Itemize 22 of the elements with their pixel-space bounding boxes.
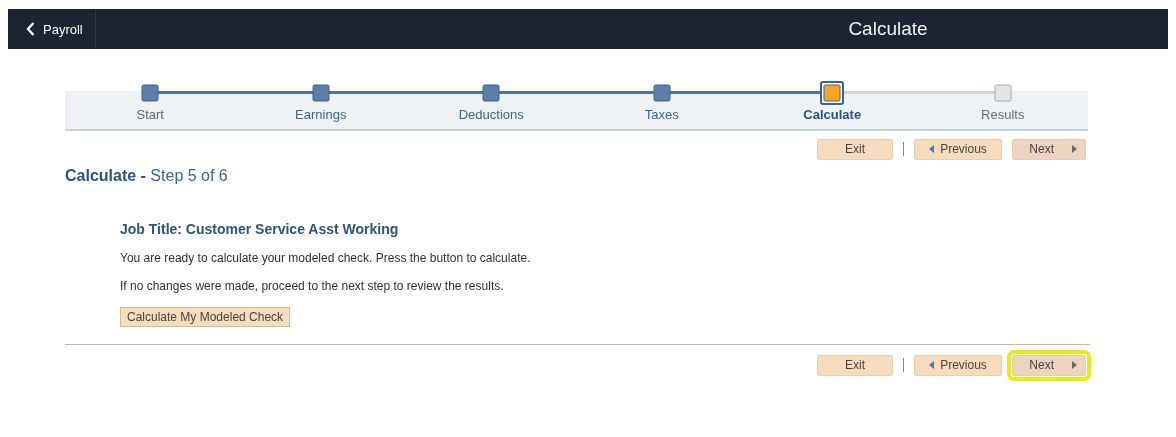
caret-right-icon: [1072, 145, 1077, 153]
step-label[interactable]: Taxes: [644, 107, 679, 122]
job-title: Job Title: Customer Service Asst Working: [120, 221, 400, 237]
previous-button[interactable]: Previous: [914, 138, 1002, 160]
step-label[interactable]: Earnings: [295, 107, 347, 122]
step-label[interactable]: Results: [981, 107, 1025, 122]
previous-button[interactable]: Previous: [914, 354, 1002, 376]
calculate-button[interactable]: Calculate My Modeled Check: [120, 307, 291, 327]
step-label[interactable]: Calculate: [803, 107, 862, 122]
instruction-text: You are ready to calculate your modeled check. Press the button to calculate.: [120, 251, 532, 265]
page-title: Calculate: [847, 18, 929, 40]
caret-right-icon: [1072, 361, 1077, 369]
chevron-left-icon: [26, 22, 35, 36]
exit-button[interactable]: Exit: [817, 354, 893, 376]
step-label[interactable]: Deductions: [458, 107, 524, 122]
caret-left-icon: [929, 361, 935, 369]
exit-button[interactable]: Exit: [817, 138, 893, 160]
step-heading: Calculate - Step 5 of 6: [65, 167, 229, 185]
caret-left-icon: [929, 145, 935, 153]
step-label[interactable]: Start: [136, 107, 164, 122]
instruction-text: If no changes were made, proceed to the next step to review the results.: [120, 279, 505, 293]
next-button[interactable]: Next: [1012, 138, 1086, 160]
